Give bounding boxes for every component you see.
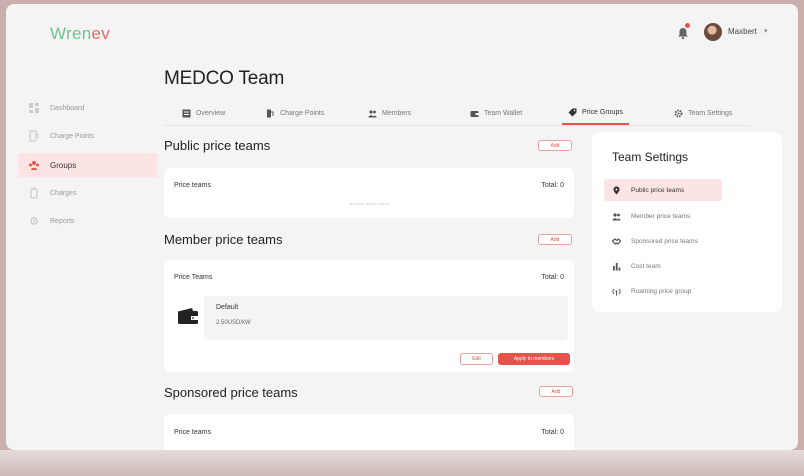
tab-price-groups[interactable]: Price Groups	[562, 102, 629, 125]
sidebar-item-label: Charges	[50, 189, 77, 197]
price-team-price: 2.50USD/kW	[216, 320, 251, 326]
bar-chart-icon	[613, 262, 621, 270]
groups-icon	[29, 161, 39, 170]
overview-icon	[182, 109, 191, 118]
wallet-icon	[178, 308, 198, 324]
gear-icon	[674, 109, 683, 118]
settings-item-public-price-teams[interactable]: Public price teams	[604, 179, 722, 201]
sponsored-price-teams-title: Sponsored price teams	[164, 385, 298, 400]
wallet-icon	[470, 111, 479, 117]
settings-item-cost-team[interactable]: Cost team	[604, 255, 722, 277]
tag-icon	[568, 108, 577, 117]
sidebar-item-charges[interactable]: Charges	[18, 181, 158, 205]
list-item[interactable]: Default 2.50USD/kW	[204, 296, 568, 340]
sponsored-price-teams-card: Price teams Total: 0	[164, 414, 574, 450]
notification-badge	[685, 23, 690, 28]
bottom-bezel	[0, 450, 804, 476]
empty-message: No price groups found	[349, 201, 389, 206]
add-member-price-team-button[interactable]: Add	[538, 234, 572, 245]
tab-bar: Overview Charge Points Members Team Wall…	[164, 102, 750, 126]
sidebar-item-charge-points[interactable]: Charge Points	[18, 124, 158, 148]
card-total: Total: 0	[541, 274, 564, 281]
tab-team-settings[interactable]: Team Settings	[674, 102, 732, 125]
roaming-icon	[612, 288, 621, 295]
app-window: Wrenev Maxbert ▾ Dashboard Charge Points…	[6, 4, 798, 450]
app-logo[interactable]: Wrenev	[50, 24, 110, 44]
apply-to-members-button[interactable]: Apply to members	[498, 353, 570, 365]
members-icon	[368, 110, 377, 118]
location-pin-icon	[613, 186, 620, 194]
chevron-down-icon[interactable]: ▾	[764, 27, 768, 35]
tab-team-wallet[interactable]: Team Wallet	[470, 102, 522, 125]
edit-button[interactable]: Edit	[460, 353, 493, 365]
card-label: Price Teams	[174, 274, 213, 281]
public-price-teams-title: Public price teams	[164, 138, 271, 153]
sidebar-item-reports[interactable]: Reports	[18, 209, 158, 233]
add-sponsored-price-team-button[interactable]: Add	[539, 386, 573, 397]
sidebar-item-label: Groups	[50, 160, 77, 170]
charge-point-icon	[29, 130, 39, 142]
page-title: MEDCO Team	[164, 68, 285, 89]
sidebar-item-label: Charge Points	[50, 132, 95, 140]
handshake-icon	[612, 237, 621, 245]
tab-overview[interactable]: Overview	[182, 102, 225, 125]
reports-icon	[30, 217, 38, 225]
bell-icon[interactable]	[676, 26, 690, 40]
team-settings-panel: Team Settings Public price teams Member …	[592, 132, 782, 312]
card-total: Total: 0	[541, 429, 564, 436]
sidebar-item-label: Dashboard	[50, 104, 85, 112]
member-price-teams-title: Member price teams	[164, 232, 283, 247]
dashboard-icon	[29, 103, 39, 113]
member-price-teams-card: Price Teams Total: 0 Default 2.50USD/kW …	[164, 260, 574, 372]
settings-item-sponsored-price-teams[interactable]: Sponsored price teams	[604, 230, 722, 252]
user-name[interactable]: Maxbert	[728, 27, 757, 36]
card-label: Price teams	[174, 429, 211, 436]
add-public-price-team-button[interactable]: Add	[538, 140, 572, 151]
charge-points-icon	[267, 109, 274, 118]
sidebar-item-dashboard[interactable]: Dashboard	[18, 96, 158, 120]
settings-item-member-price-teams[interactable]: Member price teams	[604, 205, 722, 227]
members-icon	[612, 212, 621, 220]
card-total: Total: 0	[541, 182, 564, 189]
price-team-name: Default	[216, 304, 239, 311]
tab-members[interactable]: Members	[368, 102, 411, 125]
sidebar-item-groups[interactable]: Groups	[18, 153, 158, 177]
settings-item-roaming-price-group[interactable]: Roaming price group	[604, 280, 722, 302]
settings-title: Team Settings	[612, 150, 689, 164]
public-price-teams-card: Price teams Total: 0 No price groups fou…	[164, 168, 574, 218]
charges-icon	[30, 187, 38, 199]
sidebar-item-label: Reports	[50, 217, 75, 225]
tab-charge-points[interactable]: Charge Points	[266, 102, 324, 125]
card-label: Price teams	[174, 182, 211, 189]
avatar[interactable]	[704, 23, 722, 41]
